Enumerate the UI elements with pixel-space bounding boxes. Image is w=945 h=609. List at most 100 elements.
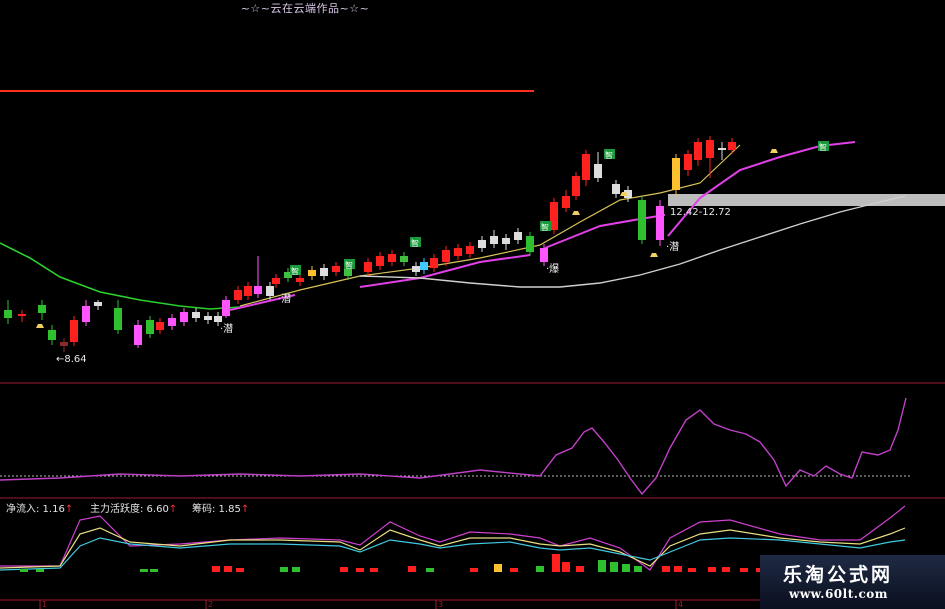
candle-body (526, 236, 534, 252)
legend-net-inflow: 净流入: 1.16↑ (6, 504, 74, 515)
gray-ma-line (359, 195, 906, 288)
yellow-ma-line (239, 144, 741, 307)
candle-body (594, 164, 602, 178)
signal-annotation: ·潜 (220, 322, 233, 335)
indicator-bar (280, 567, 288, 572)
candle-body (254, 286, 262, 294)
signal-tag: 智 (541, 222, 549, 232)
candle-body (364, 262, 372, 272)
indicator-bar (634, 566, 642, 572)
candle-body (672, 158, 680, 190)
candle-body (308, 270, 316, 276)
candle-body (18, 314, 26, 316)
candle-body (376, 256, 384, 266)
indicator-bar (140, 569, 148, 572)
indicator-bar (674, 566, 682, 572)
signal-tag: 智 (291, 266, 299, 276)
candle-body (420, 262, 428, 270)
candle-body (514, 232, 522, 240)
candle-body (550, 202, 558, 230)
indicator-bar (510, 568, 518, 572)
candle-body (454, 248, 462, 256)
indicator-bar (622, 564, 630, 572)
indicator-bar (212, 566, 220, 572)
candle-body (388, 254, 396, 262)
candle-body (562, 196, 570, 208)
watermark-url: www.60lt.com (789, 587, 888, 601)
indicator-bar (408, 566, 416, 572)
candle-body (400, 256, 408, 262)
candle-body (684, 154, 692, 170)
candle-body (180, 312, 188, 322)
candle-body (114, 308, 122, 330)
x-tick-label: 1 (42, 600, 47, 609)
candle-body (442, 250, 450, 262)
indicator-bar (708, 567, 716, 572)
indicator-bar (150, 569, 158, 572)
candle-body (82, 306, 90, 322)
indicator-bar (236, 568, 244, 572)
hand-marker-icon (650, 253, 658, 257)
x-tick-label: 2 (208, 600, 213, 609)
candle-body (540, 248, 548, 262)
candle-body (706, 140, 714, 158)
x-tick-label: 3 (438, 600, 443, 609)
candle-body (332, 266, 340, 272)
candle-body (38, 305, 46, 313)
candle-body (266, 286, 274, 296)
candle-body (48, 330, 56, 340)
indicator-bar (370, 568, 378, 572)
candle-body (168, 318, 176, 326)
indicator-bar (576, 566, 584, 572)
candle-body (192, 312, 200, 318)
signal-annotation: ·潜 (666, 240, 679, 253)
indicator-bar (292, 567, 300, 572)
indicator-bar (688, 568, 696, 572)
candle-body (430, 258, 438, 268)
candle-body (718, 148, 726, 150)
candle-body (156, 322, 164, 330)
x-tick-label: 4 (678, 600, 683, 609)
candle-body (134, 325, 142, 345)
candle-body (272, 278, 280, 284)
range-label: 12.42-12.72 (670, 207, 731, 218)
signal-tag: 智 (411, 238, 419, 248)
indicator-bar (340, 567, 348, 572)
indicator-bar (20, 569, 28, 572)
candle-body (296, 278, 304, 282)
indicator-bar (470, 568, 478, 572)
candle-body (694, 142, 702, 160)
watermark-title: 乐淘公式网 (783, 564, 894, 586)
indicator-bar (494, 564, 502, 572)
indicator-bar (610, 562, 618, 572)
candle-body (244, 286, 252, 296)
hand-marker-icon (36, 324, 44, 328)
indicator-bar (662, 566, 670, 572)
candle-body (60, 342, 68, 346)
candle-body (572, 176, 580, 196)
candle-body (412, 266, 420, 272)
hand-marker-icon (770, 149, 778, 153)
candle-body (320, 268, 328, 276)
indicator-bar (552, 554, 560, 572)
signal-tag: 智 (345, 260, 353, 270)
indicator-bar (224, 566, 232, 572)
indicator-bar (426, 568, 434, 572)
legend-chips: 筹码: 1.85↑ (192, 504, 250, 515)
candle-body (478, 240, 486, 248)
signal-annotation: ·潜 (278, 292, 291, 305)
signal-tag: 智 (819, 142, 827, 152)
candle-body (582, 154, 590, 180)
indicator-bar (598, 560, 606, 572)
candle-body (234, 290, 242, 300)
candle-body (490, 236, 498, 244)
indicator-bar (740, 568, 748, 572)
candle-body (656, 206, 664, 240)
candle-body (70, 320, 78, 342)
candle-body (4, 310, 12, 318)
candle-body (222, 300, 230, 316)
candle-body (612, 184, 620, 194)
indicator-bar (536, 566, 544, 572)
oscillator-line (0, 397, 907, 496)
candle-body (728, 142, 736, 150)
